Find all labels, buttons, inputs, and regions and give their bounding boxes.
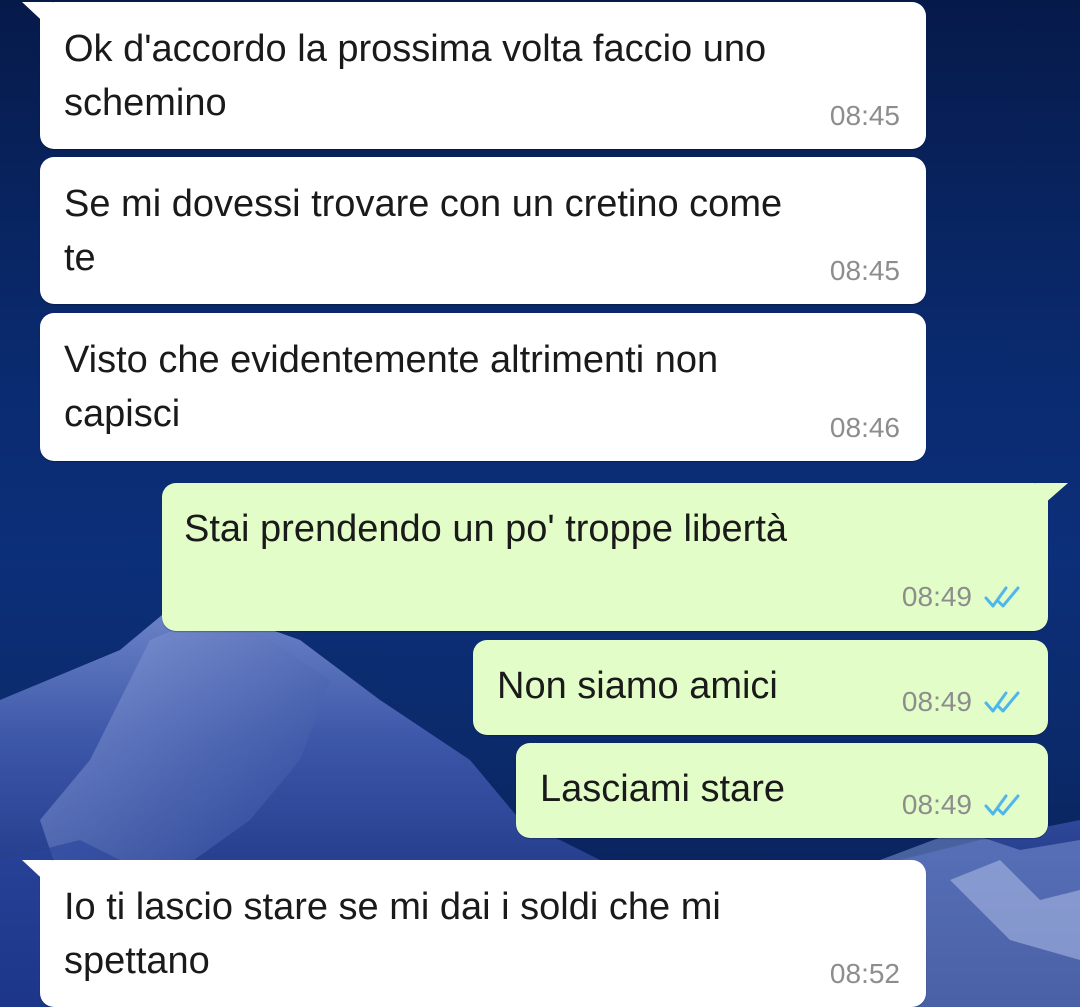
message-text: Se mi dovessi trovare con un cretino com… bbox=[64, 183, 783, 225]
message-text: Lasciami stare bbox=[540, 768, 785, 810]
message-text: schemino bbox=[64, 82, 227, 124]
incoming-message-bubble[interactable]: Ok d'accordo la prossima volta faccio un… bbox=[40, 2, 926, 149]
bubble-tail-icon bbox=[1036, 483, 1068, 511]
bubble-tail-icon bbox=[22, 2, 52, 30]
incoming-message-bubble[interactable]: Visto che evidentemente altrimenti non c… bbox=[40, 313, 926, 461]
message-text: Io ti lascio stare se mi dai i soldi che… bbox=[64, 886, 721, 928]
message-timestamp: 08:45 bbox=[829, 255, 900, 286]
double-check-read-icon bbox=[984, 794, 1020, 816]
message-text: Visto che evidentemente altrimenti non bbox=[64, 339, 719, 381]
message-timestamp: 08:52 bbox=[829, 958, 900, 989]
bubble-tail-icon bbox=[22, 860, 52, 888]
message-timestamp: 08:46 bbox=[829, 412, 900, 443]
outgoing-message-bubble[interactable]: Non siamo amici 08:49 bbox=[473, 640, 1048, 735]
outgoing-message-bubble[interactable]: Stai prendendo un po' troppe libertà 08:… bbox=[162, 483, 1048, 631]
message-timestamp: 08:49 bbox=[901, 789, 972, 820]
incoming-message-bubble[interactable]: Se mi dovessi trovare con un cretino com… bbox=[40, 157, 926, 304]
message-timestamp: 08:49 bbox=[901, 686, 972, 717]
message-text: Non siamo amici bbox=[497, 665, 778, 707]
outgoing-message-bubble[interactable]: Lasciami stare 08:49 bbox=[516, 743, 1048, 838]
message-text: Ok d'accordo la prossima volta faccio un… bbox=[64, 28, 767, 70]
message-timestamp: 08:49 bbox=[901, 581, 972, 612]
message-text: capisci bbox=[64, 393, 181, 435]
message-text: te bbox=[64, 237, 96, 279]
message-text: Stai prendendo un po' troppe libertà bbox=[184, 508, 788, 550]
incoming-message-bubble[interactable]: Io ti lascio stare se mi dai i soldi che… bbox=[40, 860, 926, 1007]
message-timestamp: 08:45 bbox=[829, 100, 900, 131]
double-check-read-icon bbox=[984, 586, 1020, 608]
message-text: spettano bbox=[64, 940, 210, 982]
double-check-read-icon bbox=[984, 691, 1020, 713]
